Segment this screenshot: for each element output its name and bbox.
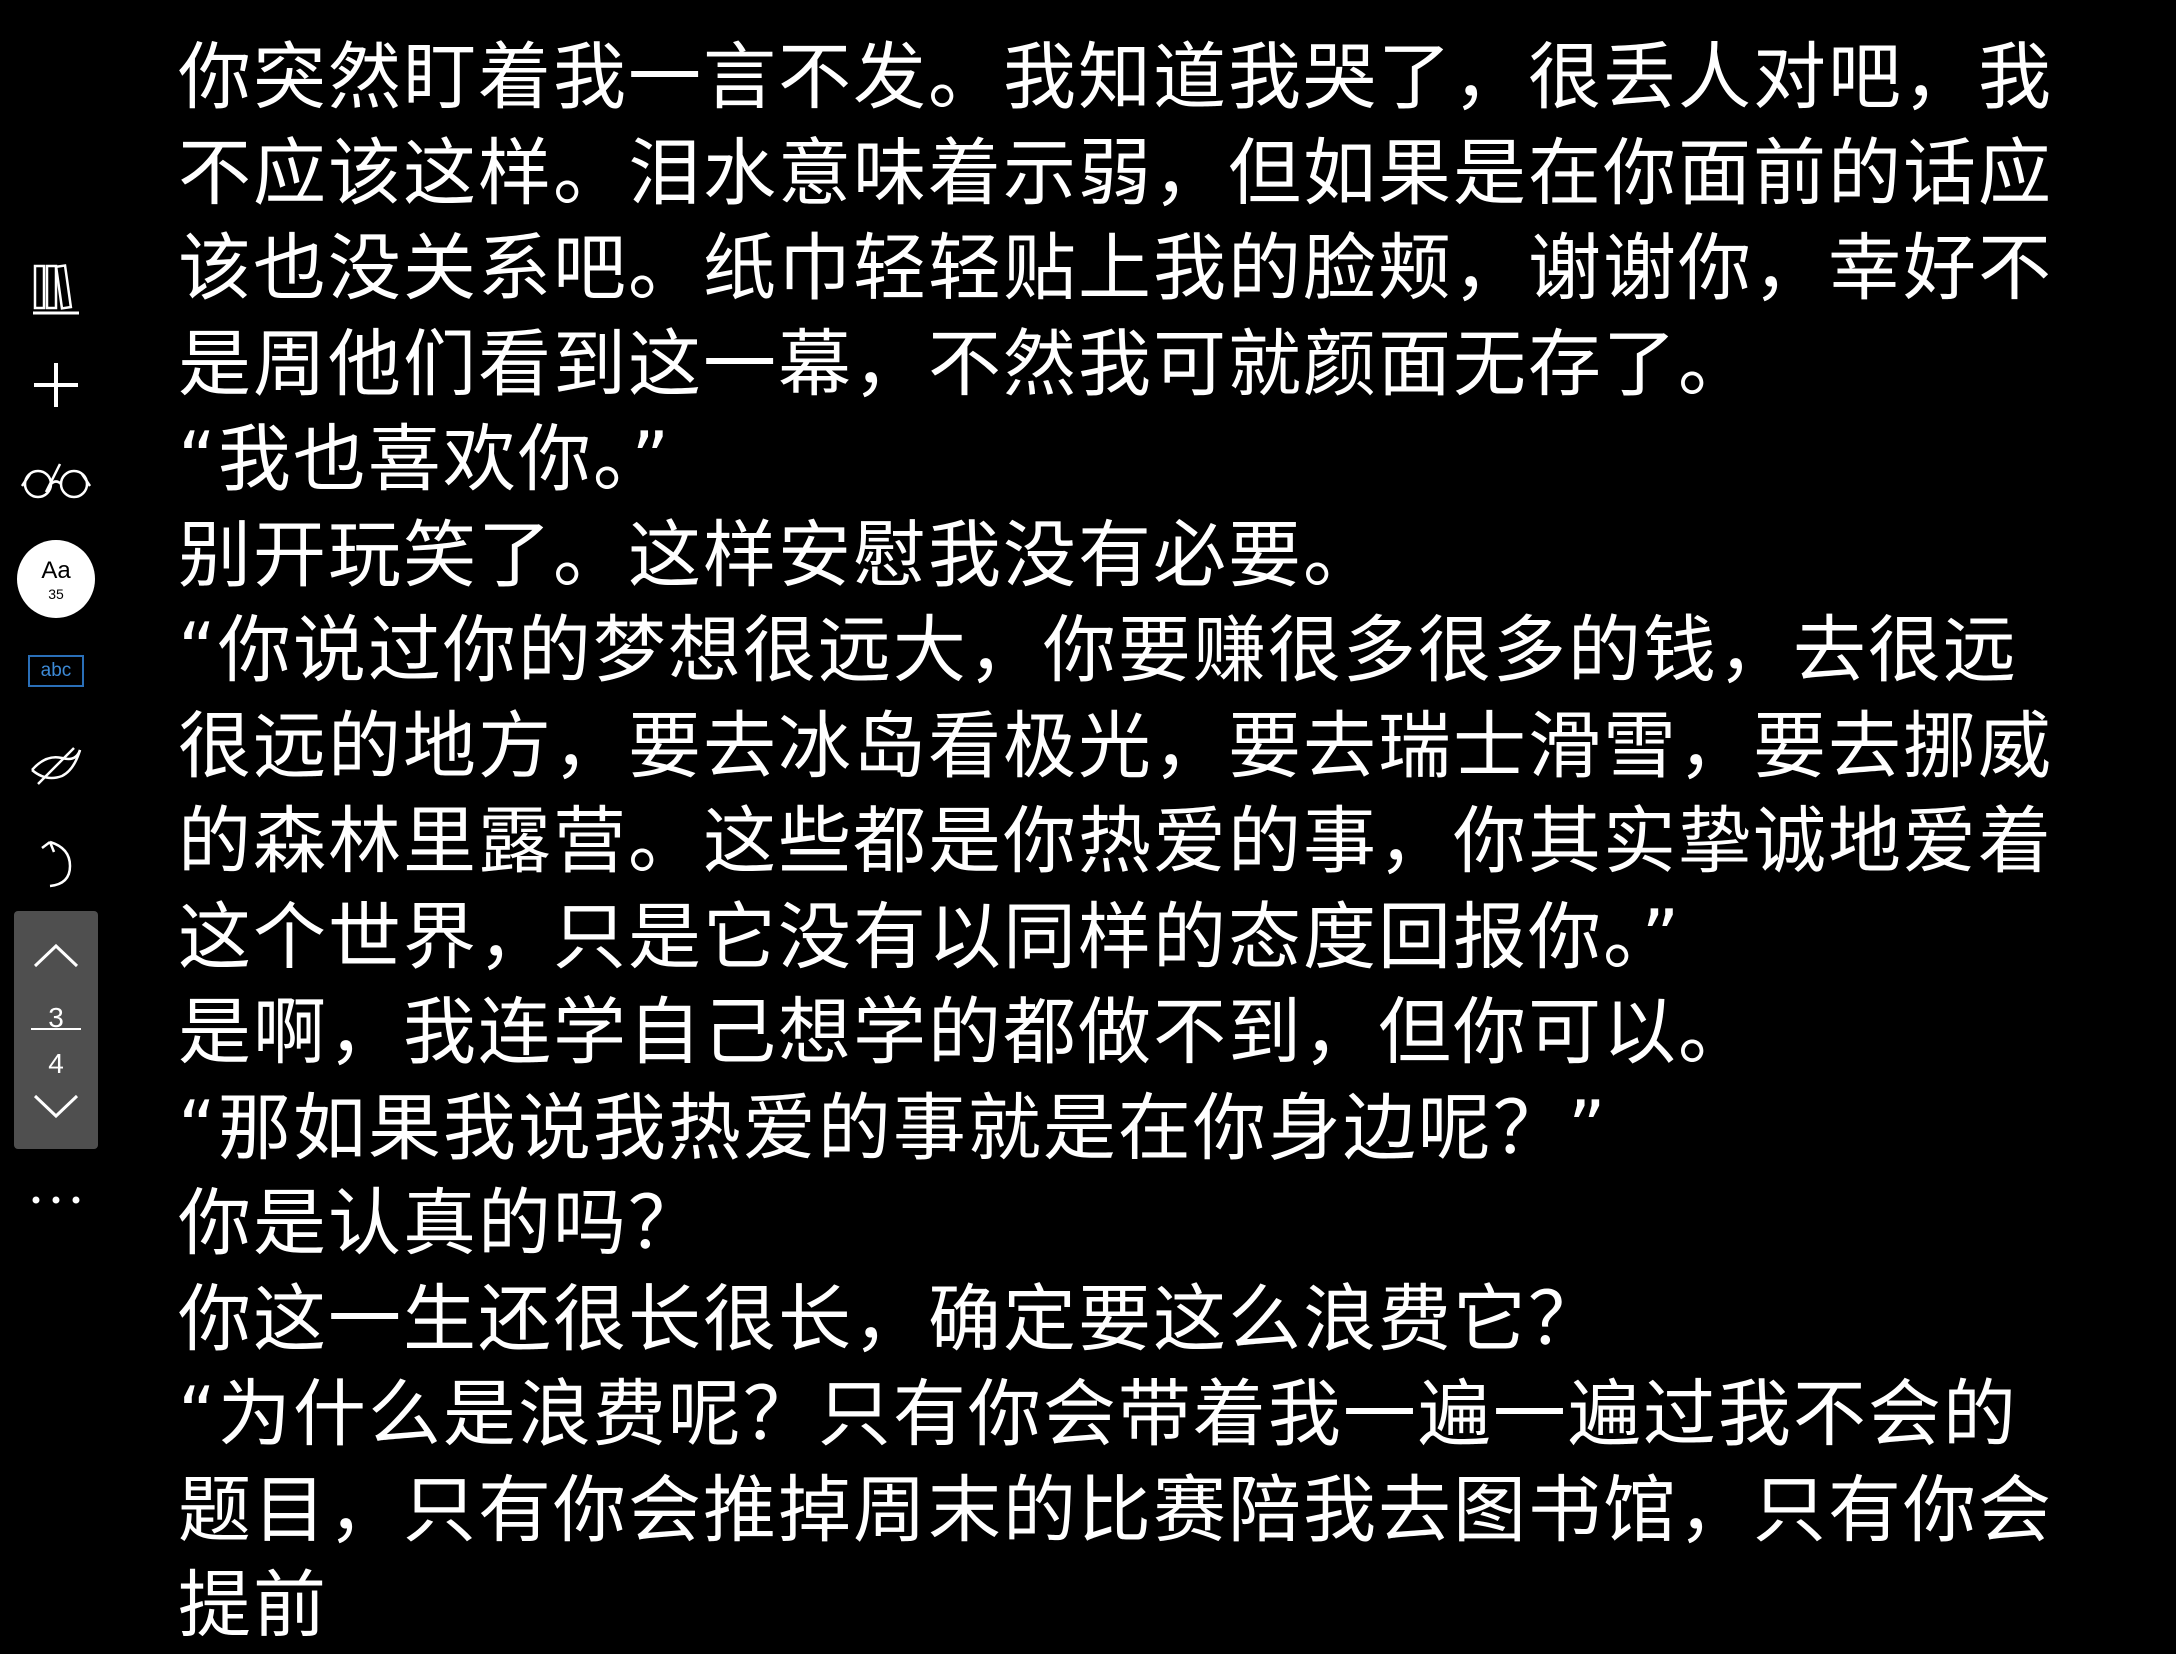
paragraph: 是啊，我连学自己想学的都做不到，但你可以。 [178,990,1753,1075]
paragraph: 你是认真的吗？ [178,1181,703,1266]
page-down-button[interactable] [14,1073,98,1137]
glasses-glyph [20,463,92,499]
font-label: Aa [41,556,71,584]
page-up-button[interactable] [14,923,98,987]
paragraph: “你说过你的梦想很远大，你要赚很多很多的钱，去很远很远的地方，要去冰岛看极光，要… [178,608,2053,980]
abc-icon[interactable]: abc [28,655,84,687]
pen-glyph [31,747,82,785]
glasses-icon[interactable] [14,438,98,522]
reading-pane: 你突然盯着我一言不发。我知道我哭了，很丢人对吧，我不应该这样。泪水意味着示弱，但… [178,30,2078,1654]
undo-icon[interactable] [14,822,98,906]
library-icon[interactable] [14,248,98,332]
undo-glyph [41,840,72,888]
add-icon[interactable] [14,343,98,427]
page-navigator: 3 4 [14,911,98,1149]
more-options-button[interactable] [14,1170,98,1230]
paragraph: “那如果我说我热爱的事就是在你身边呢？” [178,1085,1608,1171]
paragraph: “我也喜欢你。” [178,417,672,502]
annotate-icon[interactable] [14,722,98,806]
paragraph: 别开玩笑了。这样安慰我没有必要。 [178,512,1378,598]
library-icon-glyph [33,264,79,315]
chevron-up-icon [33,943,79,968]
font-settings-button[interactable]: Aa 35 [17,540,95,618]
plus-glyph [34,363,78,407]
paragraph: “为什么是浪费呢？只有你会带着我一遍一遍过我不会的题目，只有你会推掉周末的比赛陪… [178,1372,2053,1648]
abc-label: abc [40,660,72,681]
chevron-down-icon [33,1094,79,1119]
page-divider [31,1028,81,1030]
more-icon [32,1196,80,1204]
reader-toolbar: Aa 35 abc 3 4 [0,0,112,1600]
paragraph: 你这一生还很长很长，确定要这么浪费它？ [178,1276,1603,1362]
paragraph: 你突然盯着我一言不发。我知道我哭了，很丢人对吧，我不应该这样。泪水意味着示弱，但… [178,35,2053,407]
font-size-value: 35 [48,585,64,602]
